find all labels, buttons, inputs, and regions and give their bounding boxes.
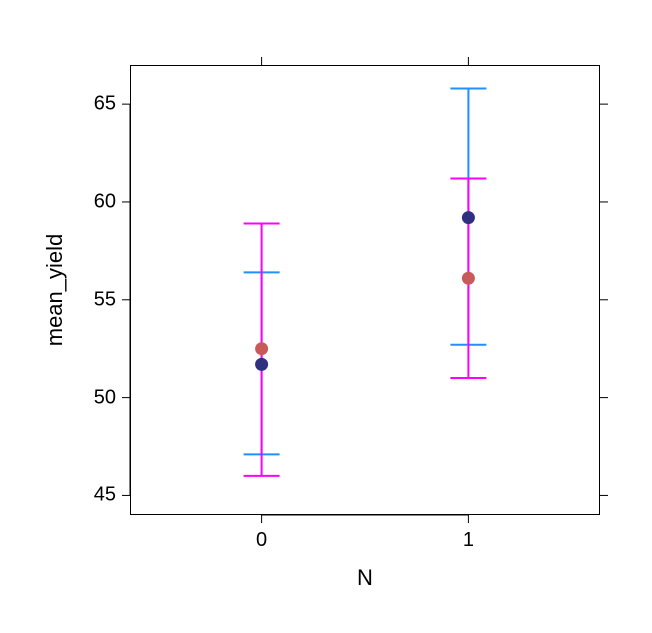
x-tick-label: 1 xyxy=(463,529,474,552)
y-tick-label: 50 xyxy=(86,386,116,409)
plot-area xyxy=(130,65,600,515)
x-axis-label: N xyxy=(357,565,373,591)
x-tick-label: 0 xyxy=(256,529,267,552)
y-tick-label: 55 xyxy=(86,288,116,311)
y-tick-label: 65 xyxy=(86,93,116,116)
y-axis-label: mean_yield xyxy=(42,234,68,347)
errorbar-chart: mean_yield N 45 50 55 60 65 0 1 xyxy=(0,0,652,633)
y-tick-label: 60 xyxy=(86,190,116,213)
y-tick-label: 45 xyxy=(86,484,116,507)
